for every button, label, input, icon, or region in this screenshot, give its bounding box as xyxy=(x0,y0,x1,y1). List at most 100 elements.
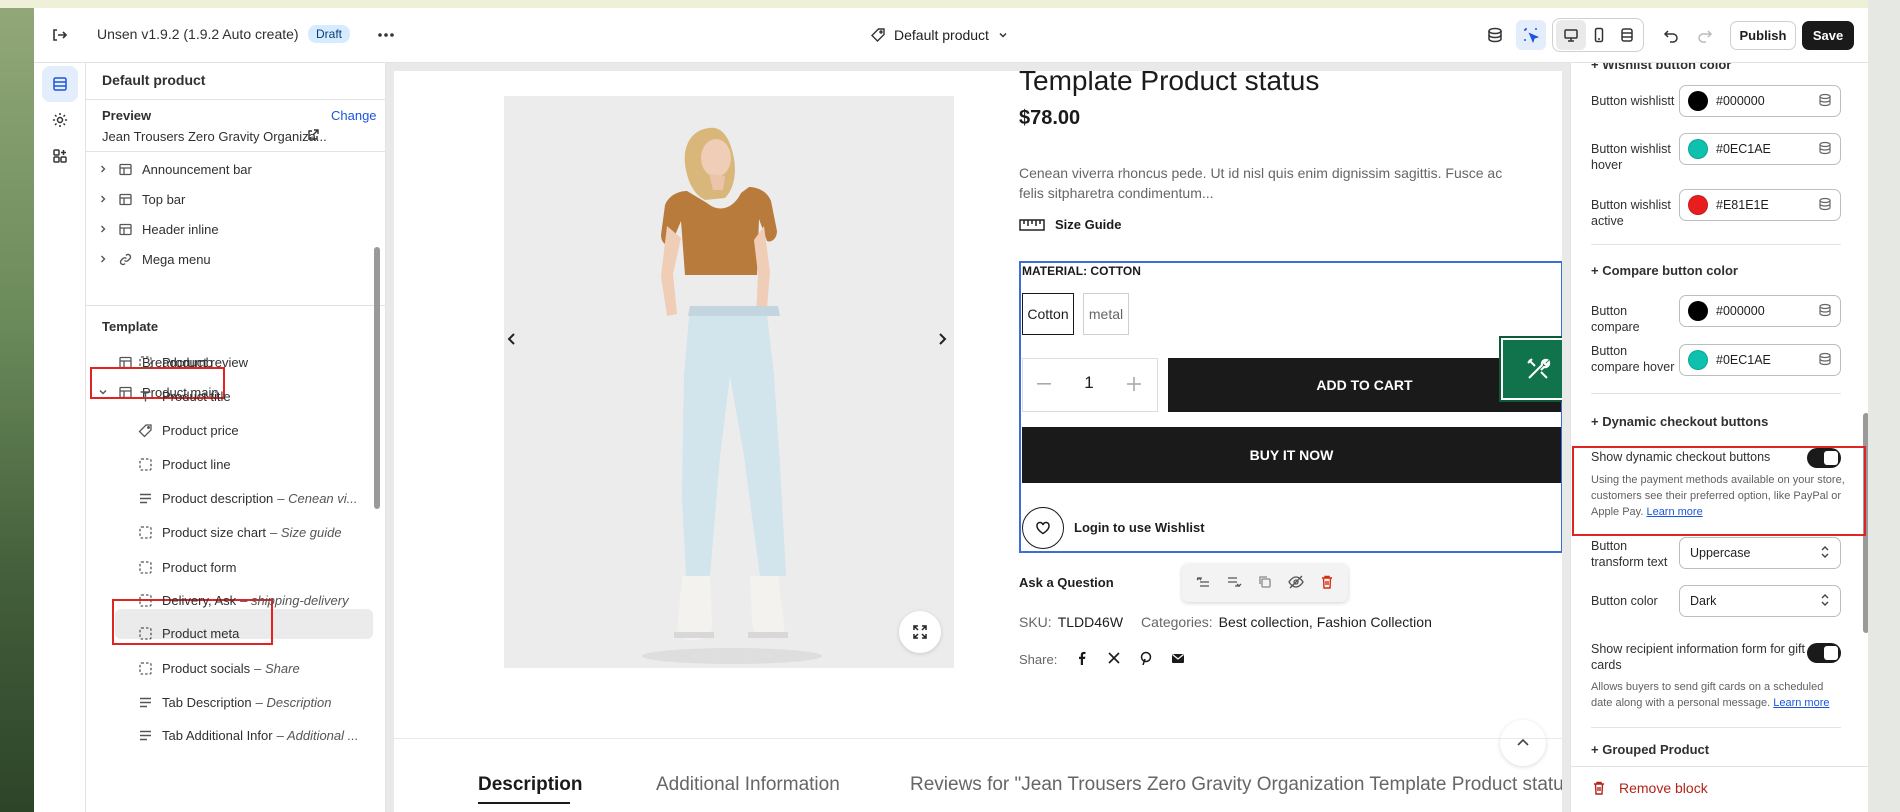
gift-card-form-label: Show recipient information form for gift… xyxy=(1591,642,1805,672)
button-transform-select[interactable]: Uppercase xyxy=(1679,537,1841,569)
sidebar-scrollbar[interactable] xyxy=(374,247,380,509)
block-delivery-ask[interactable]: Delivery, Ask – shipping-delivery xyxy=(136,587,349,613)
undo-icon[interactable] xyxy=(1656,20,1686,50)
section-header-inline[interactable]: Header inline xyxy=(96,216,219,242)
learn-more-link[interactable]: Learn more xyxy=(1773,697,1829,709)
option-metal[interactable]: metal xyxy=(1083,293,1129,335)
divider xyxy=(86,151,385,152)
tab-description[interactable]: Description xyxy=(478,774,583,796)
button-color-select[interactable]: Dark xyxy=(1679,585,1841,617)
wishlist-active-field[interactable]: #E81E1E xyxy=(1679,189,1841,221)
divider xyxy=(394,738,1562,739)
section-top-bar[interactable]: Top bar xyxy=(96,186,185,212)
database-icon[interactable] xyxy=(1818,303,1832,320)
database-icon[interactable] xyxy=(1818,352,1832,369)
compare-color-field[interactable]: #000000 xyxy=(1679,295,1841,327)
minus-icon[interactable] xyxy=(1031,371,1057,397)
facebook-icon[interactable] xyxy=(1075,651,1089,668)
save-button[interactable]: Save xyxy=(1802,21,1854,50)
option-cotton[interactable]: Cotton xyxy=(1022,293,1074,335)
hide-icon[interactable] xyxy=(1288,574,1304,593)
tab-additional-information[interactable]: Additional Information xyxy=(656,774,840,796)
database-icon[interactable] xyxy=(1818,197,1832,214)
product-image[interactable] xyxy=(504,96,954,668)
fullscreen-icon[interactable] xyxy=(1612,20,1642,50)
block-product-socials[interactable]: Product socials – Share xyxy=(136,655,300,681)
section-icon xyxy=(116,355,134,370)
expand-icon[interactable] xyxy=(899,611,941,653)
learn-more-link[interactable]: Learn more xyxy=(1646,506,1702,518)
settings-gear-icon[interactable] xyxy=(42,102,78,138)
pinterest-icon[interactable] xyxy=(1139,651,1153,668)
size-guide-link[interactable]: Size Guide xyxy=(1019,217,1121,232)
heart-icon[interactable] xyxy=(1022,507,1064,549)
plus-icon[interactable] xyxy=(1121,371,1147,397)
color-swatch xyxy=(1688,91,1708,111)
block-icon xyxy=(136,661,154,676)
sections-icon[interactable] xyxy=(42,66,78,102)
database-icon[interactable] xyxy=(1818,93,1832,110)
divider xyxy=(86,99,385,100)
apps-icon[interactable] xyxy=(42,138,78,174)
tools-icon[interactable] xyxy=(1499,336,1562,402)
block-tab-description[interactable]: Tab Description – Description xyxy=(136,689,331,715)
move-down-icon[interactable] xyxy=(1226,574,1242,593)
gift-card-help: Allows buyers to send gift cards on a sc… xyxy=(1591,681,1830,709)
material-label: MATERIAL: COTTON xyxy=(1022,264,1141,278)
inspector-icon[interactable] xyxy=(1516,20,1546,50)
theme-editor-window: Unsen v1.9.2 (1.9.2 Auto create) Draft D… xyxy=(34,8,1868,812)
change-preview-link[interactable]: Change xyxy=(331,108,377,123)
categories-value[interactable]: Best collection, Fashion Collection xyxy=(1219,614,1432,630)
remove-block-button[interactable]: Remove block xyxy=(1591,780,1708,796)
trash-icon[interactable] xyxy=(1319,574,1335,593)
sku-line: SKU: TLDD46W Categories: Best collection… xyxy=(1019,614,1432,630)
ellipsis-icon[interactable] xyxy=(371,20,401,50)
color-swatch xyxy=(1688,301,1708,321)
section-mega-menu[interactable]: Mega menu xyxy=(96,246,211,272)
mobile-icon[interactable] xyxy=(1584,20,1614,50)
block-tab-additional-infor[interactable]: Tab Additional Infor – Additional ... xyxy=(136,722,358,748)
gift-card-form-toggle[interactable] xyxy=(1807,643,1841,663)
block-icon xyxy=(136,695,154,710)
divider xyxy=(1591,393,1841,394)
product-page: Template Product status $78.00 Cenean vi… xyxy=(394,71,1562,812)
scroll-to-top-icon[interactable] xyxy=(1500,720,1546,766)
link-icon xyxy=(116,252,134,267)
wishlist-color-field[interactable]: #000000 xyxy=(1679,85,1841,117)
x-twitter-icon[interactable] xyxy=(1107,651,1121,668)
external-link-icon[interactable] xyxy=(306,128,320,145)
block-product-form[interactable]: Product form xyxy=(136,554,236,580)
chevron-right-icon xyxy=(96,254,110,264)
buy-it-now-button[interactable]: BUY IT NOW xyxy=(1022,427,1561,483)
block-product-price[interactable]: Product price xyxy=(136,417,239,443)
quantity-value[interactable]: 1 xyxy=(1079,373,1099,393)
block-product-description[interactable]: Product description – Cenean vi... xyxy=(136,485,358,511)
chevron-right-icon[interactable] xyxy=(932,329,952,352)
exit-icon[interactable] xyxy=(44,20,74,50)
ask-question-link[interactable]: Ask a Question xyxy=(1019,575,1114,590)
compare-hover-field[interactable]: #0EC1AE xyxy=(1679,344,1841,376)
dynamic-checkout-toggle[interactable] xyxy=(1807,448,1841,468)
publish-button[interactable]: Publish xyxy=(1730,21,1796,50)
wishlist-hover-field[interactable]: #0EC1AE xyxy=(1679,133,1841,165)
sku-value: TLDD46W xyxy=(1057,614,1124,630)
tab-reviews[interactable]: Reviews for "Jean Trousers Zero Gravity … xyxy=(910,774,1562,796)
database-icon[interactable] xyxy=(1480,20,1510,50)
email-icon[interactable] xyxy=(1171,651,1185,668)
block-product-line[interactable]: Product line xyxy=(136,451,231,477)
panel-scrollbar[interactable] xyxy=(1863,413,1868,633)
tree-sublabel: – Size guide xyxy=(270,524,342,540)
block-product-size-chart[interactable]: Product size chart – Size guide xyxy=(136,519,342,545)
desktop-icon[interactable] xyxy=(1556,20,1586,50)
wishlist-text[interactable]: Login to use Wishlist xyxy=(1074,520,1205,535)
chevron-left-icon[interactable] xyxy=(502,329,522,352)
template-selector[interactable]: Default product xyxy=(870,22,1009,48)
redo-icon[interactable] xyxy=(1690,20,1720,50)
move-up-icon[interactable] xyxy=(1195,574,1211,593)
database-icon[interactable] xyxy=(1818,141,1832,158)
section-announcement-bar[interactable]: Announcement bar xyxy=(96,156,252,182)
block-product-review[interactable]: Product review xyxy=(136,349,248,375)
block-product-meta[interactable]: Product meta xyxy=(136,620,239,646)
duplicate-icon[interactable] xyxy=(1257,574,1273,593)
block-product-title[interactable]: Product title xyxy=(136,383,231,409)
